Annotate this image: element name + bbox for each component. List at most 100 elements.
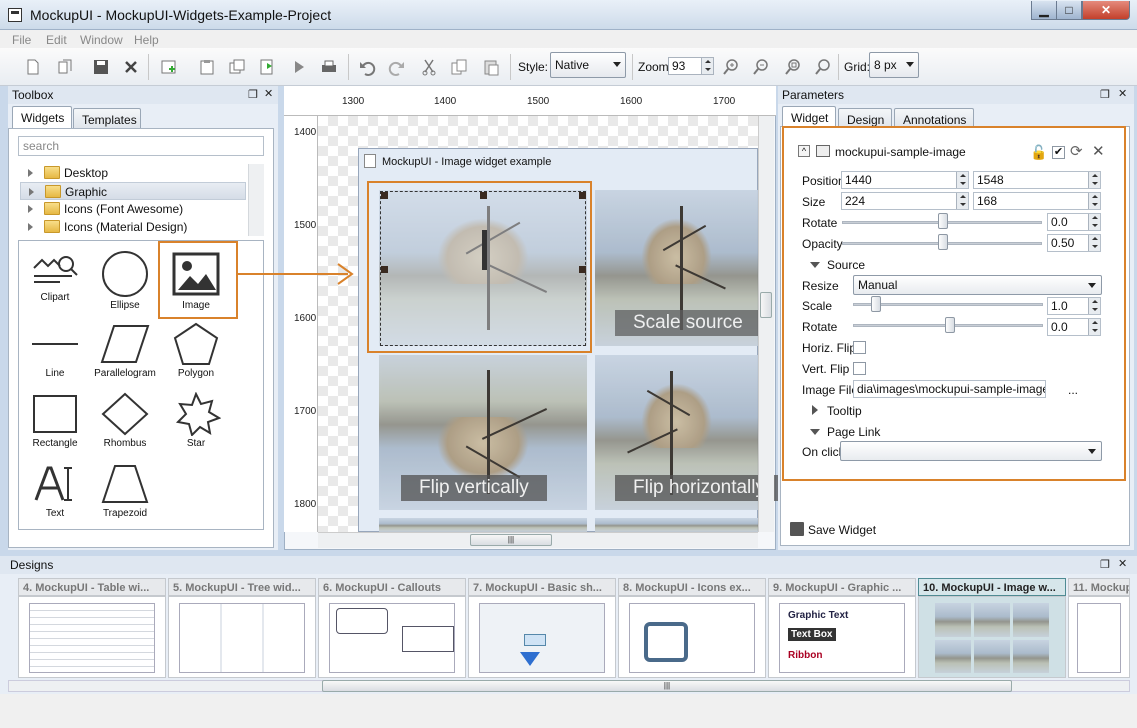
design-thumbnail[interactable] <box>618 596 766 678</box>
design-tab[interactable]: 5. MockupUI - Tree wid... <box>168 578 316 596</box>
resize-handle[interactable] <box>579 192 586 199</box>
tree-item-graphic[interactable]: Graphic <box>20 182 246 200</box>
paste-icon[interactable] <box>480 56 502 78</box>
spin-down-icon[interactable] <box>1088 201 1100 209</box>
spin-up-icon[interactable] <box>1088 172 1100 180</box>
spin-down-icon[interactable] <box>1088 327 1100 335</box>
resize-select[interactable]: Manual <box>853 275 1102 295</box>
zoom-input[interactable]: 93 <box>668 57 714 75</box>
resize-handle[interactable] <box>480 192 487 199</box>
new-file-icon[interactable] <box>22 56 44 78</box>
hscroll-thumb[interactable]: ||| <box>470 534 552 546</box>
save-icon[interactable] <box>90 56 112 78</box>
spin-up-icon[interactable] <box>701 58 713 66</box>
design-tab[interactable]: 11. Mockup <box>1068 578 1130 596</box>
expand-icon[interactable] <box>28 169 33 177</box>
add-page-icon[interactable] <box>158 56 180 78</box>
clipboard-icon[interactable] <box>196 56 218 78</box>
menu-edit[interactable]: Edit <box>46 33 67 47</box>
delete-icon[interactable]: ✕ <box>1092 142 1105 160</box>
widget-text[interactable]: Text <box>24 456 86 522</box>
resize-handle[interactable] <box>381 192 388 199</box>
lock-icon[interactable]: 🔓 <box>1030 144 1047 161</box>
expand-icon[interactable] <box>29 188 34 196</box>
image-widget-scale[interactable]: Scale source <box>595 190 758 346</box>
spin-up-icon[interactable] <box>956 172 968 180</box>
scale-slider-thumb[interactable] <box>871 296 881 312</box>
on-click-select[interactable] <box>840 441 1102 461</box>
scale-input[interactable]: 1.0 <box>1047 297 1101 315</box>
widget-rhombus[interactable]: Rhombus <box>94 386 156 452</box>
design-tab-active[interactable]: 10. MockupUI - Image w... <box>918 578 1066 596</box>
widget-clipart[interactable]: Clipart <box>24 244 86 310</box>
opacity-slider-thumb[interactable] <box>938 234 948 250</box>
save-widget-button[interactable]: Save Widget <box>808 523 876 537</box>
tooltip-section[interactable]: Tooltip <box>827 404 862 418</box>
widget-ellipse[interactable]: Ellipse <box>94 244 156 311</box>
search-input[interactable]: search <box>18 136 264 156</box>
spin-down-icon[interactable] <box>1088 180 1100 188</box>
widget-star[interactable]: Star <box>165 386 227 452</box>
export-icon[interactable] <box>256 56 278 78</box>
undock-icon[interactable]: ❐ <box>1100 88 1110 101</box>
menu-window[interactable]: Window <box>80 33 123 47</box>
spin-up-icon[interactable] <box>1088 214 1100 222</box>
source-rotate-slider-thumb[interactable] <box>945 317 955 333</box>
close-button[interactable]: ✕ <box>1082 1 1130 20</box>
close-file-icon[interactable] <box>120 56 142 78</box>
design-tab[interactable]: 7. MockupUI - Basic sh... <box>468 578 616 596</box>
tree-item-desktop[interactable]: Desktop <box>20 164 246 182</box>
spin-down-icon[interactable] <box>1088 243 1100 251</box>
spin-up-icon[interactable] <box>1088 319 1100 327</box>
size-w-input[interactable]: 224 <box>841 192 969 210</box>
expand-icon[interactable] <box>28 205 33 213</box>
horiz-flip-checkbox[interactable] <box>853 341 866 354</box>
rotate-slider-thumb[interactable] <box>938 213 948 229</box>
design-thumbnail[interactable] <box>1068 596 1130 678</box>
canvas-vscrollbar[interactable] <box>758 116 774 532</box>
spin-down-icon[interactable] <box>956 180 968 188</box>
design-thumbnail-active[interactable] <box>918 596 1066 678</box>
source-section[interactable]: Source <box>827 258 865 272</box>
close-panel-icon[interactable]: ✕ <box>1118 557 1127 570</box>
spin-down-icon[interactable] <box>1088 306 1100 314</box>
design-tab[interactable]: 4. MockupUI - Table wi... <box>18 578 166 596</box>
resize-handle[interactable] <box>381 266 388 273</box>
designs-hscroll-thumb[interactable]: ||| <box>322 680 1012 692</box>
visible-checkbox[interactable]: ✔ <box>1052 146 1065 159</box>
resize-handle[interactable] <box>579 266 586 273</box>
design-thumbnail[interactable] <box>318 596 466 678</box>
collapse-icon[interactable]: ^ <box>798 145 810 157</box>
tree-scrollbar[interactable] <box>248 164 264 236</box>
rotate-handle[interactable] <box>482 230 487 270</box>
menu-file[interactable]: File <box>12 33 31 47</box>
image-file-input[interactable]: dia\images\mockupui-sample-image.jpg <box>853 380 1046 398</box>
play-icon[interactable] <box>288 56 310 78</box>
scale-slider[interactable] <box>853 303 1043 306</box>
tab-widgets[interactable]: Widgets <box>12 106 72 130</box>
tree-item-icons-fa[interactable]: Icons (Font Awesome) <box>20 200 246 218</box>
design-tab[interactable]: 9. MockupUI - Graphic ... <box>768 578 916 596</box>
vert-flip-checkbox[interactable] <box>853 362 866 375</box>
minimize-button[interactable]: ▁ <box>1031 1 1057 20</box>
widget-line[interactable]: Line <box>24 316 86 382</box>
print-icon[interactable] <box>318 56 340 78</box>
spin-down-icon[interactable] <box>701 66 713 74</box>
undo-icon[interactable] <box>356 56 378 78</box>
undock-icon[interactable]: ❐ <box>1100 558 1110 571</box>
zoom-out-icon[interactable] <box>750 56 772 78</box>
vscroll-thumb[interactable] <box>760 292 772 318</box>
widget-rectangle[interactable]: Rectangle <box>24 386 86 452</box>
design-thumbnail[interactable] <box>468 596 616 678</box>
expand-triangle-icon[interactable] <box>812 405 818 415</box>
design-tab[interactable]: 6. MockupUI - Callouts <box>318 578 466 596</box>
collapse-triangle-icon[interactable] <box>810 429 820 435</box>
cut-icon[interactable] <box>418 56 440 78</box>
design-thumbnail[interactable] <box>168 596 316 678</box>
page-link-section[interactable]: Page Link <box>827 425 880 439</box>
copy-page-icon[interactable] <box>54 56 76 78</box>
spin-up-icon[interactable] <box>956 193 968 201</box>
spin-up-icon[interactable] <box>1088 193 1100 201</box>
design-thumbnail[interactable] <box>18 596 166 678</box>
tree-item-icons-md[interactable]: Icons (Material Design) <box>20 218 246 236</box>
